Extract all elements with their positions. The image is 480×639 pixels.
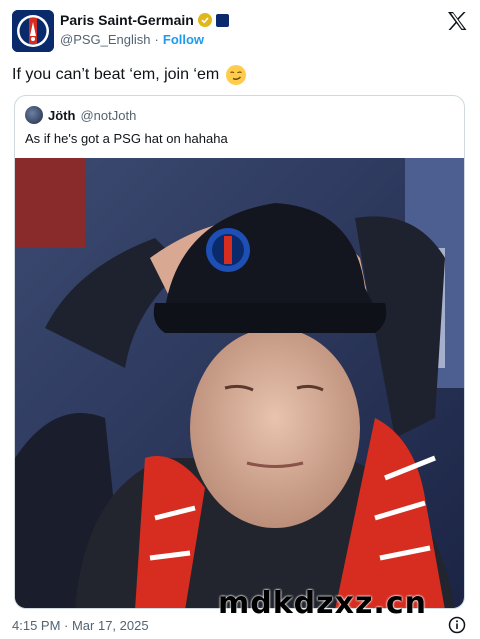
author-handle[interactable]: @PSG_English bbox=[60, 32, 151, 47]
author-display-name[interactable]: Paris Saint-Germain bbox=[60, 12, 194, 28]
handle-separator: · bbox=[154, 32, 159, 47]
gold-verified-badge-icon bbox=[197, 13, 212, 27]
tweet-text: If you can’t beat ‘em, join ‘em bbox=[12, 66, 220, 83]
quoted-tweet-photo[interactable] bbox=[15, 158, 464, 608]
tweet-timestamp[interactable]: 4:15 PM · Mar 17, 2025 bbox=[12, 618, 149, 633]
tweet-header: Paris Saint-Germain @PSG_English · Follo… bbox=[12, 10, 468, 54]
affiliate-badge-icon bbox=[215, 13, 229, 27]
quoted-tweet-text: As if he's got a PSG hat on hahaha bbox=[25, 131, 228, 146]
x-logo-icon[interactable] bbox=[446, 10, 468, 32]
info-icon[interactable] bbox=[448, 616, 466, 634]
psg-crest-icon[interactable] bbox=[12, 10, 54, 52]
smirking-face-emoji-icon bbox=[226, 65, 247, 85]
quoted-author-handle[interactable]: @notJoth bbox=[80, 108, 136, 123]
quoted-tweet-header: Jöth @notJoth bbox=[25, 106, 136, 124]
watermark-text: mdkdzxz.cn bbox=[218, 586, 427, 621]
avatar[interactable] bbox=[25, 106, 43, 124]
quoted-author-name[interactable]: Jöth bbox=[48, 108, 75, 123]
tweet-body: If you can’t beat ‘em, join ‘em bbox=[12, 64, 247, 86]
quoted-tweet-card[interactable]: Jöth @notJoth As if he's got a PSG hat o… bbox=[14, 95, 465, 609]
follow-button[interactable]: Follow bbox=[163, 32, 204, 47]
